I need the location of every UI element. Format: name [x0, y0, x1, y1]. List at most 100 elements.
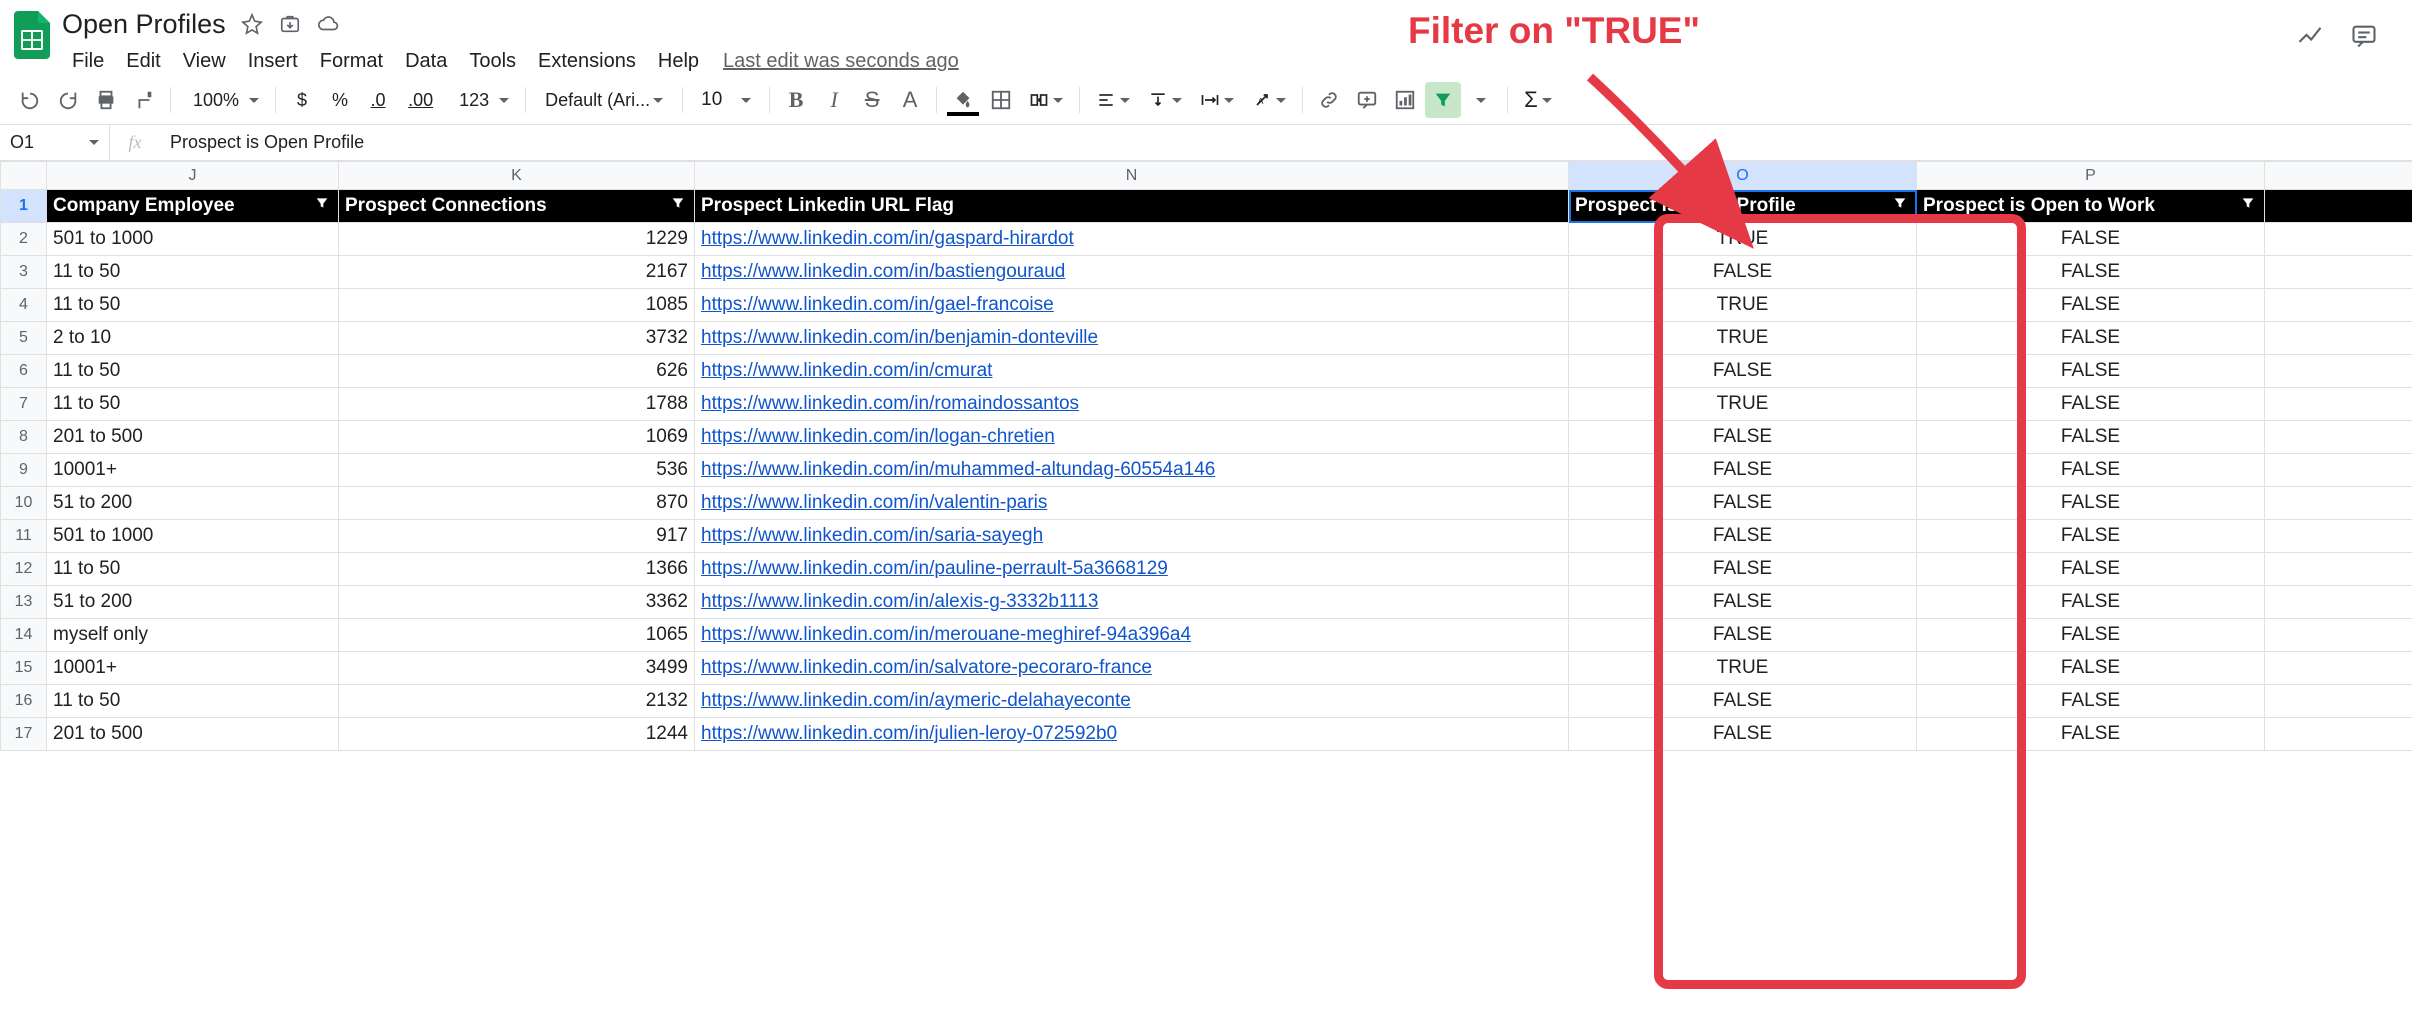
cell[interactable]: FALSE [1569, 685, 1917, 718]
row-header[interactable]: 4 [1, 289, 47, 322]
cell[interactable]: TRUE [1569, 652, 1917, 685]
cell[interactable]: https://www.linkedin.com/in/bastiengoura… [695, 256, 1569, 289]
cell[interactable]: https://www.linkedin.com/in/julien-leroy… [695, 718, 1569, 751]
col-header-k[interactable]: K [339, 162, 695, 190]
cell[interactable] [2265, 421, 2412, 454]
cell[interactable]: 501 to 1000 [47, 520, 339, 553]
row-header[interactable]: 15 [1, 652, 47, 685]
cell[interactable]: 11 to 50 [47, 388, 339, 421]
cell[interactable] [2265, 652, 2412, 685]
bold-button[interactable]: B [778, 82, 814, 118]
cell[interactable]: 11 to 50 [47, 256, 339, 289]
row-header[interactable]: 9 [1, 454, 47, 487]
cell[interactable]: 3732 [339, 322, 695, 355]
cell[interactable]: https://www.linkedin.com/in/aymeric-dela… [695, 685, 1569, 718]
currency-button[interactable]: $ [284, 82, 320, 118]
cell[interactable]: FALSE [1917, 619, 2265, 652]
linkedin-link[interactable]: https://www.linkedin.com/in/pauline-perr… [701, 558, 1168, 579]
cell[interactable]: FALSE [1917, 718, 2265, 751]
cell[interactable]: 201 to 500 [47, 718, 339, 751]
cell[interactable]: FALSE [1569, 454, 1917, 487]
decrease-decimal-button[interactable]: .0 [360, 82, 396, 118]
cell[interactable] [2265, 355, 2412, 388]
cell[interactable]: FALSE [1917, 652, 2265, 685]
col-header-n[interactable]: N [695, 162, 1569, 190]
cell[interactable]: 11 to 50 [47, 685, 339, 718]
cell[interactable]: FALSE [1569, 256, 1917, 289]
row-header[interactable]: 10 [1, 487, 47, 520]
cell[interactable] [2265, 388, 2412, 421]
increase-decimal-button[interactable]: .00 [398, 82, 443, 118]
wrap-button[interactable] [1192, 82, 1242, 118]
cell[interactable]: 1788 [339, 388, 695, 421]
cell[interactable]: TRUE [1569, 322, 1917, 355]
print-button[interactable] [88, 82, 124, 118]
cell[interactable]: FALSE [1917, 454, 2265, 487]
activity-icon[interactable] [2294, 20, 2326, 52]
cell[interactable]: https://www.linkedin.com/in/pauline-perr… [695, 553, 1569, 586]
undo-button[interactable] [12, 82, 48, 118]
row-header[interactable]: 13 [1, 586, 47, 619]
cell[interactable] [2265, 289, 2412, 322]
col-header-j[interactable]: J [47, 162, 339, 190]
row-header[interactable]: 16 [1, 685, 47, 718]
merge-button[interactable] [1021, 82, 1071, 118]
menu-edit[interactable]: Edit [116, 46, 170, 77]
formula-input[interactable]: Prospect is Open Profile [160, 132, 2412, 153]
cell[interactable]: https://www.linkedin.com/in/benjamin-don… [695, 322, 1569, 355]
valign-button[interactable] [1140, 82, 1190, 118]
linkedin-link[interactable]: https://www.linkedin.com/in/gael-francoi… [701, 294, 1054, 315]
select-all-cell[interactable] [1, 162, 47, 190]
linkedin-link[interactable]: https://www.linkedin.com/in/saria-sayegh [701, 525, 1043, 546]
cell[interactable]: FALSE [1917, 520, 2265, 553]
cell[interactable]: 10001+ [47, 454, 339, 487]
cell[interactable]: TRUE [1569, 289, 1917, 322]
cell[interactable] [2265, 619, 2412, 652]
doc-title[interactable]: Open Profiles [62, 9, 226, 40]
strikethrough-button[interactable]: S [854, 82, 890, 118]
header-cell-k[interactable]: Prospect Connections [339, 190, 695, 223]
linkedin-link[interactable]: https://www.linkedin.com/in/logan-chreti… [701, 426, 1055, 447]
sheets-logo[interactable] [12, 8, 52, 62]
cell[interactable]: FALSE [1569, 421, 1917, 454]
linkedin-link[interactable]: https://www.linkedin.com/in/julien-leroy… [701, 723, 1117, 744]
cell[interactable]: https://www.linkedin.com/in/salvatore-pe… [695, 652, 1569, 685]
zoom-selector[interactable]: 100% [179, 82, 267, 118]
font-selector[interactable]: Default (Ari... [534, 84, 674, 116]
cell[interactable]: 201 to 500 [47, 421, 339, 454]
col-header-o[interactable]: O [1569, 162, 1917, 190]
cell[interactable]: 11 to 50 [47, 289, 339, 322]
cell[interactable]: 2132 [339, 685, 695, 718]
halign-button[interactable] [1088, 82, 1138, 118]
name-box[interactable]: O1 [0, 125, 110, 161]
cell[interactable] [2265, 520, 2412, 553]
cell[interactable]: https://www.linkedin.com/in/romaindossan… [695, 388, 1569, 421]
linkedin-link[interactable]: https://www.linkedin.com/in/benjamin-don… [701, 327, 1098, 348]
cell[interactable]: 10001+ [47, 652, 339, 685]
cell[interactable] [2265, 718, 2412, 751]
cell[interactable]: 3362 [339, 586, 695, 619]
rotate-button[interactable]: A [1244, 82, 1294, 118]
row-header[interactable]: 6 [1, 355, 47, 388]
cell[interactable]: 3499 [339, 652, 695, 685]
row-header[interactable]: 12 [1, 553, 47, 586]
cell[interactable]: myself only [47, 619, 339, 652]
linkedin-link[interactable]: https://www.linkedin.com/in/cmurat [701, 360, 992, 381]
cell[interactable]: https://www.linkedin.com/in/gaspard-hira… [695, 223, 1569, 256]
cell[interactable]: FALSE [1917, 223, 2265, 256]
cell[interactable]: https://www.linkedin.com/in/muhammed-alt… [695, 454, 1569, 487]
row-header[interactable]: 3 [1, 256, 47, 289]
cell[interactable]: FALSE [1917, 685, 2265, 718]
filter-button[interactable] [1425, 82, 1461, 118]
cell[interactable]: 1229 [339, 223, 695, 256]
fill-color-button[interactable] [945, 82, 981, 118]
menu-format[interactable]: Format [310, 46, 393, 77]
comments-icon[interactable] [2348, 20, 2380, 52]
cell[interactable]: 1085 [339, 289, 695, 322]
cell[interactable] [2265, 487, 2412, 520]
percent-button[interactable]: % [322, 82, 358, 118]
cell[interactable]: FALSE [1569, 619, 1917, 652]
cell[interactable]: 2 to 10 [47, 322, 339, 355]
linkedin-link[interactable]: https://www.linkedin.com/in/merouane-meg… [701, 624, 1191, 645]
cell[interactable]: FALSE [1569, 520, 1917, 553]
